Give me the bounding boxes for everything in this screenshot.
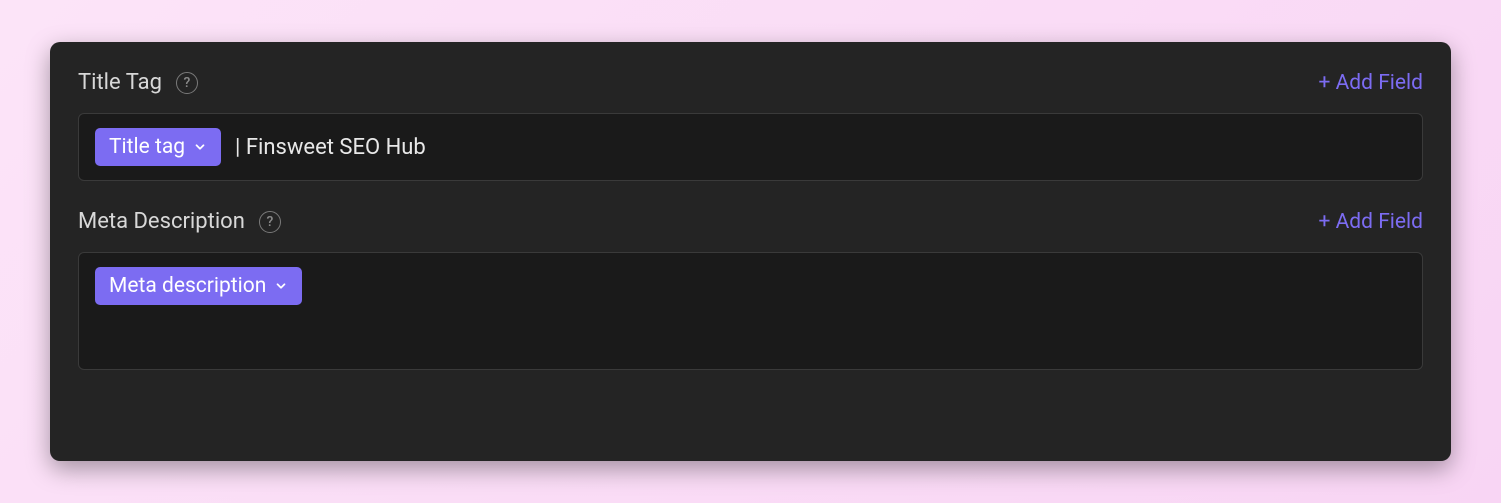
title-tag-label: Title Tag	[78, 70, 162, 95]
title-tag-chip-label: Title tag	[109, 135, 185, 159]
add-field-button[interactable]: + Add Field	[1318, 71, 1423, 95]
title-tag-input[interactable]: Title tag | Finsweet SEO Hub	[78, 113, 1423, 181]
meta-description-title-group: Meta Description ?	[78, 209, 281, 234]
chevron-down-icon	[274, 279, 288, 293]
meta-description-chip-label: Meta description	[109, 274, 266, 298]
title-tag-header: Title Tag ? + Add Field	[78, 70, 1423, 95]
meta-description-label: Meta Description	[78, 209, 245, 234]
add-field-button[interactable]: + Add Field	[1318, 210, 1423, 234]
title-tag-section: Title Tag ? + Add Field Title tag | Fins…	[78, 70, 1423, 181]
help-icon[interactable]: ?	[176, 72, 198, 94]
seo-settings-panel: Title Tag ? + Add Field Title tag | Fins…	[50, 42, 1451, 461]
title-tag-chip[interactable]: Title tag	[95, 128, 221, 166]
chevron-down-icon	[193, 140, 207, 154]
help-icon[interactable]: ?	[259, 211, 281, 233]
meta-description-header: Meta Description ? + Add Field	[78, 209, 1423, 234]
meta-description-input[interactable]: Meta description	[78, 252, 1423, 370]
title-tag-value: | Finsweet SEO Hub	[235, 135, 426, 160]
title-tag-title-group: Title Tag ?	[78, 70, 198, 95]
meta-description-section: Meta Description ? + Add Field Meta desc…	[78, 209, 1423, 370]
meta-description-chip[interactable]: Meta description	[95, 267, 302, 305]
